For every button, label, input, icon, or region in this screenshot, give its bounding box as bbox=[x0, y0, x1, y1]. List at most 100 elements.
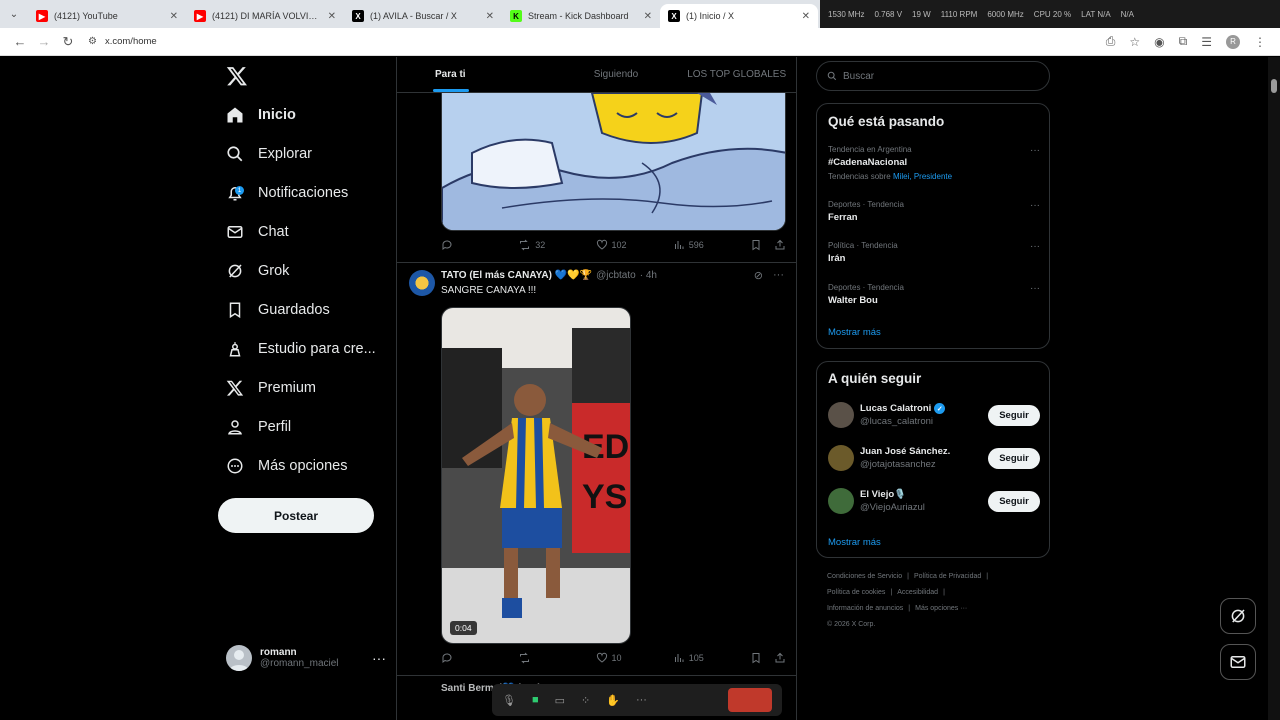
nav-item-home[interactable]: Inicio bbox=[226, 99, 296, 131]
footer-link-privacy[interactable]: Política de Privacidad bbox=[914, 573, 981, 580]
footer-link-terms[interactable]: Condiciones de Servicio bbox=[827, 573, 902, 580]
avatar bbox=[828, 488, 854, 514]
close-icon[interactable]: ✕ bbox=[644, 11, 652, 22]
post-button[interactable]: Postear bbox=[218, 498, 374, 533]
post-image[interactable] bbox=[441, 93, 786, 231]
repost-button[interactable] bbox=[518, 652, 595, 664]
show-more-link[interactable]: Mostrar más bbox=[828, 537, 881, 548]
search-box[interactable] bbox=[816, 61, 1050, 91]
browser-tab[interactable]: X (1) AVILA - Buscar / X ✕ bbox=[344, 4, 502, 28]
follow-button[interactable]: Seguir bbox=[988, 447, 1040, 469]
puzzle-icon[interactable]: ⧉ bbox=[1179, 34, 1188, 49]
bookmark-icon[interactable] bbox=[750, 652, 762, 664]
follow-suggestion[interactable]: El Viejo🎙️ @ViejoAuriazul Seguir bbox=[828, 486, 1040, 516]
close-icon[interactable]: ✕ bbox=[170, 11, 178, 22]
tab-top-global[interactable]: LOS TOP GLOBALES bbox=[676, 57, 796, 92]
author-name[interactable]: TATO (El más CANAYA) 💙💛🏆 bbox=[441, 270, 592, 281]
more-icon[interactable]: ··· bbox=[1030, 241, 1040, 252]
account-switcher[interactable]: romann @romann_maciel ··· bbox=[226, 641, 386, 675]
author-handle[interactable]: @jcbtato bbox=[596, 270, 636, 281]
footer-link-more[interactable]: Más opciones ··· bbox=[915, 605, 967, 612]
post-time[interactable]: · 4h bbox=[640, 270, 657, 281]
trend-related-links[interactable]: Milei, Presidente bbox=[893, 172, 952, 181]
browser-tab[interactable]: ▶ (4121) DI MARÍA VOLVIÓ A DAR... ✕ bbox=[186, 4, 344, 28]
repost-button[interactable]: 32 bbox=[518, 239, 595, 251]
post-video[interactable]: ED YS 0:04 bbox=[441, 307, 631, 644]
browser-tab[interactable]: ▶ (4121) YouTube ✕ bbox=[28, 4, 186, 28]
follow-button[interactable]: Seguir bbox=[988, 404, 1040, 426]
footer-link-accessibility[interactable]: Accesibilidad bbox=[897, 589, 938, 596]
more-icon[interactable]: ··· bbox=[1030, 283, 1040, 294]
more-icon[interactable]: ··· bbox=[773, 269, 784, 282]
trend-item[interactable]: Tendencia en Argentina #CadenaNacional T… bbox=[828, 145, 1040, 181]
raise-hand-icon[interactable]: ✋ bbox=[606, 694, 620, 707]
more-icon[interactable]: ··· bbox=[636, 694, 647, 706]
like-button[interactable]: 102 bbox=[596, 239, 673, 251]
show-more-link[interactable]: Mostrar más bbox=[828, 327, 881, 338]
trend-item[interactable]: Deportes · Tendencia Ferran ··· bbox=[828, 200, 1040, 223]
more-icon[interactable]: ··· bbox=[1030, 200, 1040, 211]
suggestion-handle: @ViejoAuriazul bbox=[860, 502, 925, 513]
footer-link-cookies[interactable]: Política de cookies bbox=[827, 589, 885, 596]
nav-item-grok[interactable]: Grok bbox=[226, 255, 289, 287]
forward-icon[interactable]: → bbox=[32, 30, 56, 54]
tab-following[interactable]: Siguiendo bbox=[556, 57, 677, 92]
apps-icon[interactable]: ⁘ bbox=[581, 694, 590, 707]
close-icon[interactable]: ✕ bbox=[486, 11, 494, 22]
nav-item-notifications[interactable]: 1 Notificaciones bbox=[226, 177, 348, 209]
follow-suggestion[interactable]: Lucas Calatroni ✓ @lucas_calatroni Seguir bbox=[828, 400, 1040, 430]
bookmark-icon[interactable] bbox=[750, 239, 762, 251]
end-call-button[interactable] bbox=[728, 688, 772, 712]
more-icon[interactable]: ··· bbox=[372, 650, 386, 666]
footer-link-ads[interactable]: Información de anuncios bbox=[827, 605, 903, 612]
views-button[interactable]: 105 bbox=[673, 652, 750, 664]
close-icon[interactable]: ✕ bbox=[802, 11, 810, 22]
reply-button[interactable] bbox=[441, 239, 518, 251]
nav-item-profile[interactable]: Perfil bbox=[226, 411, 291, 443]
bookmark-star-icon[interactable]: ☆ bbox=[1129, 35, 1140, 49]
reload-icon[interactable]: ↻ bbox=[56, 30, 80, 54]
url-field[interactable]: ⚙ x.com/home bbox=[88, 36, 1106, 47]
nav-item-more[interactable]: Más opciones bbox=[226, 450, 347, 482]
follow-button[interactable]: Seguir bbox=[988, 490, 1040, 512]
page-scrollbar[interactable] bbox=[1268, 57, 1280, 720]
share-icon[interactable] bbox=[774, 652, 786, 664]
browser-tab[interactable]: K Stream - Kick Dashboard ✕ bbox=[502, 4, 660, 28]
reply-button[interactable] bbox=[441, 652, 518, 664]
scrollbar-thumb[interactable] bbox=[1271, 79, 1277, 93]
more-icon[interactable]: ··· bbox=[1030, 145, 1040, 156]
views-button[interactable]: 596 bbox=[673, 239, 750, 251]
search-input[interactable] bbox=[843, 70, 1023, 82]
tab-search-button[interactable]: ⌄ bbox=[0, 0, 28, 28]
share-icon[interactable] bbox=[774, 239, 786, 251]
menu-icon[interactable]: ⋮ bbox=[1254, 35, 1266, 49]
like-button[interactable]: 10 bbox=[596, 652, 673, 664]
screen-share-icon[interactable]: ▭ bbox=[555, 694, 565, 707]
nav-item-explore[interactable]: Explorar bbox=[226, 138, 312, 170]
grok-float-button[interactable] bbox=[1220, 598, 1256, 634]
browser-tab-active[interactable]: X (1) Inicio / X ✕ bbox=[660, 4, 818, 28]
site-info-icon[interactable]: ⚙ bbox=[88, 36, 97, 47]
trend-title: Walter Bou bbox=[828, 295, 878, 306]
trend-item[interactable]: Política · Tendencia Irán ··· bbox=[828, 241, 1040, 264]
tab-title: Stream - Kick Dashboard bbox=[528, 11, 629, 21]
install-app-icon[interactable]: ⎙ bbox=[1106, 34, 1116, 49]
reading-list-icon[interactable]: ☰ bbox=[1201, 35, 1212, 49]
messages-float-button[interactable] bbox=[1220, 644, 1256, 680]
microphone-icon[interactable]: 🎙 bbox=[502, 694, 516, 707]
nav-item-bookmarks[interactable]: Guardados bbox=[226, 294, 330, 326]
extension-icon[interactable]: ◉ bbox=[1154, 35, 1164, 49]
trend-item[interactable]: Deportes · Tendencia Walter Bou ··· bbox=[828, 283, 1040, 306]
follow-suggestion[interactable]: Juan José Sánchez. @jotajotasanchez Segu… bbox=[828, 443, 1040, 473]
avatar[interactable] bbox=[409, 270, 435, 296]
nav-item-creator-studio[interactable]: Estudio para cre... bbox=[226, 333, 376, 365]
nav-item-premium[interactable]: Premium bbox=[226, 372, 316, 404]
camera-icon[interactable]: ■ bbox=[532, 694, 539, 706]
nav-item-chat[interactable]: Chat bbox=[226, 216, 289, 248]
profile-avatar[interactable]: R bbox=[1226, 34, 1240, 49]
tab-for-you[interactable]: Para ti bbox=[397, 57, 556, 92]
back-icon[interactable]: ← bbox=[8, 30, 32, 54]
grok-icon[interactable]: ⊘ bbox=[754, 269, 763, 282]
close-icon[interactable]: ✕ bbox=[328, 11, 336, 22]
x-logo-icon[interactable] bbox=[226, 65, 248, 87]
